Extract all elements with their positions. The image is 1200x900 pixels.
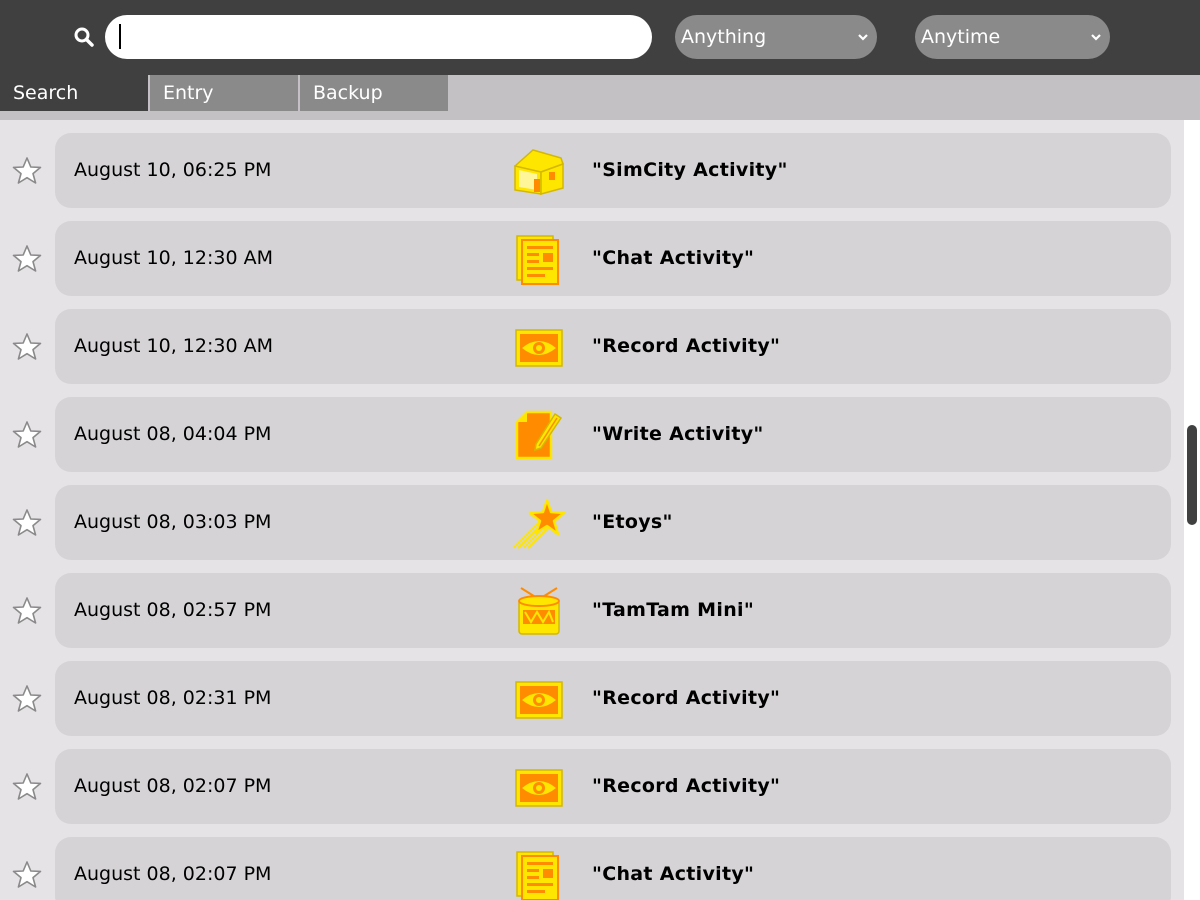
journal-entry-row[interactable]: August 08, 02:07 PM "Chat Activity" bbox=[0, 824, 1184, 900]
journal-entry-row[interactable]: August 08, 02:57 PM "TamTam Mini" bbox=[0, 560, 1184, 648]
entry-title[interactable]: "Record Activity" bbox=[592, 309, 780, 384]
tab-search[interactable]: Search bbox=[0, 75, 148, 111]
toolbar: Anything Anytime bbox=[0, 0, 1200, 75]
search-icon[interactable] bbox=[72, 25, 96, 49]
entry-date: August 08, 02:31 PM bbox=[74, 687, 272, 709]
what-filter-select[interactable]: Anything bbox=[675, 15, 877, 59]
entry-date: August 08, 04:04 PM bbox=[74, 423, 272, 445]
favorite-star-icon[interactable] bbox=[12, 596, 42, 626]
entry-title[interactable]: "Write Activity" bbox=[592, 397, 764, 472]
favorite-star-icon[interactable] bbox=[12, 156, 42, 186]
journal-entry-row[interactable]: August 08, 02:07 PM "Record Activity" bbox=[0, 736, 1184, 824]
entry-card[interactable]: August 08, 03:03 PM "Etoys" bbox=[55, 485, 1171, 560]
entry-title[interactable]: "Chat Activity" bbox=[592, 221, 754, 296]
favorite-star-icon[interactable] bbox=[12, 860, 42, 890]
tab-bar: Search Entry Backup bbox=[0, 75, 1200, 120]
journal-entry-row[interactable]: August 08, 02:31 PM "Record Activity" bbox=[0, 648, 1184, 736]
what-filter-value: Anything bbox=[681, 26, 767, 48]
journal-entry-row[interactable]: August 10, 06:25 PM "SimCity Activity" bbox=[0, 120, 1184, 208]
simcity-house-icon[interactable] bbox=[511, 144, 567, 198]
journal-entry-row[interactable]: August 08, 03:03 PM "Etoys" bbox=[0, 472, 1184, 560]
entry-title[interactable]: "TamTam Mini" bbox=[592, 573, 754, 648]
favorite-star-icon[interactable] bbox=[12, 244, 42, 274]
entry-card[interactable]: August 10, 12:30 AM "Record Activity" bbox=[55, 309, 1171, 384]
search-input[interactable] bbox=[105, 15, 652, 59]
record-eye-icon[interactable] bbox=[511, 760, 567, 814]
write-pencil-icon[interactable] bbox=[511, 408, 567, 462]
entry-date: August 08, 02:07 PM bbox=[74, 863, 272, 885]
entry-title[interactable]: "Record Activity" bbox=[592, 749, 780, 824]
favorite-star-icon[interactable] bbox=[12, 420, 42, 450]
entry-card[interactable]: August 08, 02:57 PM "TamTam Mini" bbox=[55, 573, 1171, 648]
entry-date: August 08, 03:03 PM bbox=[74, 511, 272, 533]
favorite-star-icon[interactable] bbox=[12, 684, 42, 714]
favorite-star-icon[interactable] bbox=[12, 508, 42, 538]
record-eye-icon[interactable] bbox=[511, 320, 567, 374]
favorite-star-icon[interactable] bbox=[12, 332, 42, 362]
when-filter-value: Anytime bbox=[921, 26, 1001, 48]
tamtam-drum-icon[interactable] bbox=[511, 584, 567, 638]
entry-title[interactable]: "Chat Activity" bbox=[592, 837, 754, 900]
journal-entry-list: August 10, 06:25 PM "SimCity Activity" A… bbox=[0, 120, 1184, 900]
entry-date: August 10, 12:30 AM bbox=[74, 247, 273, 269]
chat-document-icon[interactable] bbox=[511, 848, 567, 900]
journal-entry-row[interactable]: August 08, 04:04 PM "Write Activity" bbox=[0, 384, 1184, 472]
entry-card[interactable]: August 08, 02:07 PM "Record Activity" bbox=[55, 749, 1171, 824]
tab-entry[interactable]: Entry bbox=[148, 75, 298, 111]
journal-entry-row[interactable]: August 10, 12:30 AM "Record Activity" bbox=[0, 296, 1184, 384]
etoys-star-icon[interactable] bbox=[511, 496, 567, 550]
chevron-down-icon bbox=[858, 34, 868, 41]
entry-title[interactable]: "Record Activity" bbox=[592, 661, 780, 736]
tab-backup[interactable]: Backup bbox=[298, 75, 448, 111]
entry-date: August 08, 02:57 PM bbox=[74, 599, 272, 621]
entry-title[interactable]: "SimCity Activity" bbox=[592, 133, 788, 208]
chat-document-icon[interactable] bbox=[511, 232, 567, 286]
entry-card[interactable]: August 08, 02:31 PM "Record Activity" bbox=[55, 661, 1171, 736]
entry-card[interactable]: August 10, 06:25 PM "SimCity Activity" bbox=[55, 133, 1171, 208]
entry-date: August 10, 06:25 PM bbox=[74, 159, 272, 181]
when-filter-select[interactable]: Anytime bbox=[915, 15, 1110, 59]
entry-date: August 08, 02:07 PM bbox=[74, 775, 272, 797]
journal-entry-row[interactable]: August 10, 12:30 AM "Chat Activity" bbox=[0, 208, 1184, 296]
chevron-down-icon bbox=[1091, 34, 1101, 41]
entry-card[interactable]: August 08, 04:04 PM "Write Activity" bbox=[55, 397, 1171, 472]
scrollbar-thumb[interactable] bbox=[1187, 425, 1197, 525]
entry-title[interactable]: "Etoys" bbox=[592, 485, 673, 560]
entry-date: August 10, 12:30 AM bbox=[74, 335, 273, 357]
record-eye-icon[interactable] bbox=[511, 672, 567, 726]
text-caret bbox=[119, 24, 121, 49]
entry-card[interactable]: August 08, 02:07 PM "Chat Activity" bbox=[55, 837, 1171, 900]
favorite-star-icon[interactable] bbox=[12, 772, 42, 802]
entry-card[interactable]: August 10, 12:30 AM "Chat Activity" bbox=[55, 221, 1171, 296]
